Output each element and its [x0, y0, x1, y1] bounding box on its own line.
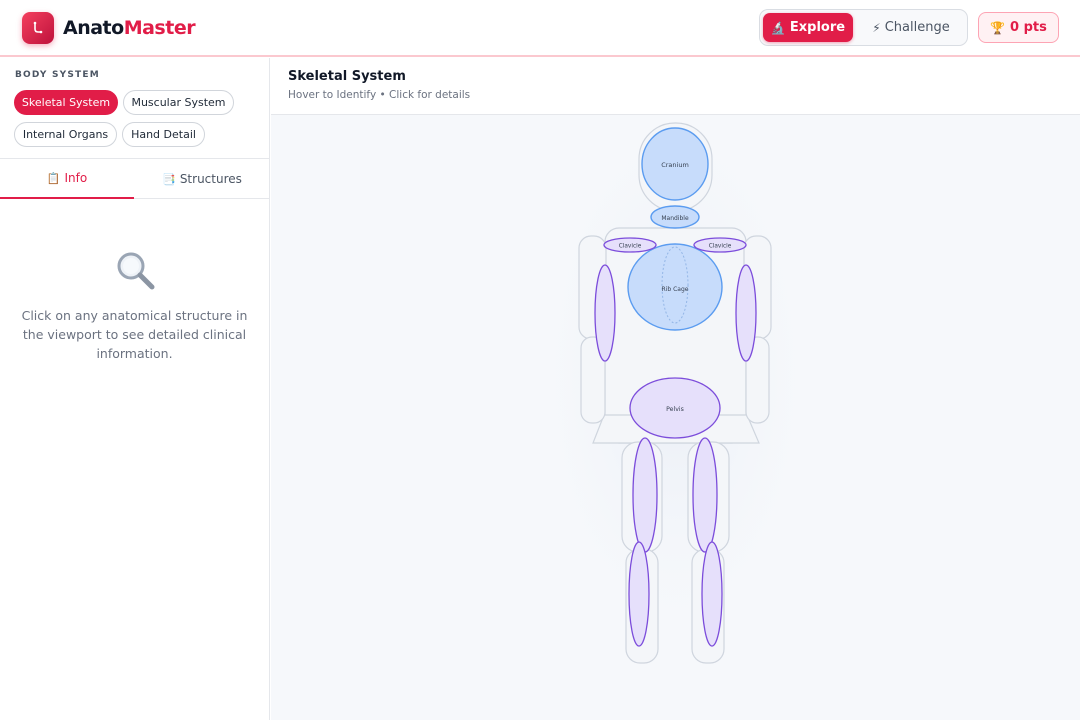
empty-state-text: Click on any anatomical structure in the… [21, 308, 248, 361]
clipboard-icon: 📋 [46, 171, 61, 185]
tab-structures[interactable]: 📑 Structures [135, 159, 269, 199]
sidebar: BODY SYSTEM Skeletal System Muscular Sys… [0, 58, 270, 720]
challenge-label: Challenge [884, 20, 950, 35]
points-label: 0 pts [1010, 20, 1047, 35]
bone-femur-left[interactable] [632, 437, 658, 553]
brand-part-2: Master [123, 17, 196, 39]
page-title: Skeletal System [288, 69, 406, 84]
label-rib-cage: Rib Cage [662, 286, 689, 293]
magnifier-icon [117, 252, 155, 290]
mode-toggle: 🔬 Explore ⚡ Challenge [759, 9, 968, 46]
bone-humerus-right[interactable] [735, 264, 757, 362]
anatomy-viewport[interactable]: Cranium Mandible Rib Cage Clavicle Clavi… [271, 115, 1080, 720]
label-clavicle-left: Clavicle [619, 244, 642, 250]
chip-muscular-system[interactable]: Muscular System [123, 90, 234, 115]
viewport-header: Skeletal System Hover to Identify • Clic… [271, 58, 1080, 115]
label-cranium: Cranium [661, 161, 689, 169]
chip-skeletal-system[interactable]: Skeletal System [14, 90, 118, 115]
tab-info[interactable]: 📋 Info [0, 159, 134, 199]
bone-humerus-left[interactable] [594, 264, 616, 362]
explore-mode-button[interactable]: 🔬 Explore [763, 13, 853, 42]
bookmark-tabs-icon: 📑 [162, 172, 176, 186]
logo-icon [22, 12, 54, 44]
app-brand: AnatoMaster [63, 15, 196, 41]
page-subtitle: Hover to Identify • Click for details [288, 89, 471, 101]
skeleton-figure: Cranium Mandible Rib Cage Clavicle Clavi… [525, 115, 825, 695]
tab-structures-label: Structures [179, 172, 242, 186]
sidebar-tabs: 📋 Info 📑 Structures [0, 158, 269, 199]
app-header: AnatoMaster 🔬 Explore ⚡ Challenge 🏆 0 pt… [0, 0, 1080, 57]
bone-femur-right[interactable] [692, 437, 718, 553]
bone-tibia-left[interactable] [628, 541, 650, 647]
tab-info-label: Info [64, 171, 88, 185]
label-pelvis: Pelvis [666, 406, 684, 413]
chip-hand-detail[interactable]: Hand Detail [122, 122, 205, 147]
label-mandible: Mandible [661, 215, 689, 222]
challenge-mode-button[interactable]: ⚡ Challenge [858, 13, 964, 42]
microscope-icon: 🔬 [770, 20, 786, 35]
bone-tibia-right[interactable] [701, 541, 723, 647]
chip-internal-organs[interactable]: Internal Organs [14, 122, 117, 147]
points-badge: 🏆 0 pts [978, 12, 1059, 43]
brand-part-1: Anato [63, 17, 124, 39]
lightning-icon: ⚡ [872, 20, 881, 35]
trophy-icon: 🏆 [990, 20, 1006, 35]
body-system-label: BODY SYSTEM [15, 70, 100, 80]
label-clavicle-right: Clavicle [709, 244, 732, 250]
explore-label: Explore [789, 20, 846, 35]
